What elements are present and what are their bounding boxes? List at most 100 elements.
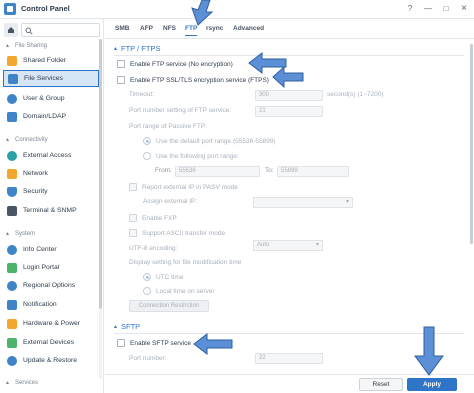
sidebar-item-update-restore[interactable]: Update & Restore: [3, 352, 99, 369]
to-label: To:: [265, 167, 274, 174]
minimize-icon[interactable]: —: [422, 3, 434, 15]
from-label: From:: [155, 167, 172, 174]
utf8-select[interactable]: Auto: [253, 240, 323, 251]
hardware-icon: [7, 318, 17, 329]
utc-time-radio[interactable]: [143, 273, 151, 281]
sidebar-item-hardware-power[interactable]: Hardware & Power: [3, 315, 99, 332]
tab-smb[interactable]: SMB: [115, 25, 129, 32]
utf8-label: UTF-8 encoding:: [129, 245, 178, 252]
sidebar-item-regional-options[interactable]: Regional Options: [3, 277, 99, 294]
sidebar-item-shared-folder[interactable]: Shared Folder: [3, 52, 99, 69]
sftp-section-header[interactable]: ▴ SFTP: [114, 322, 140, 331]
tab-nfs[interactable]: NFS: [163, 25, 176, 32]
chevron-up-icon: ▴: [6, 231, 10, 237]
passive-custom-radio-row[interactable]: Use the following port range:: [143, 152, 239, 160]
user-group-icon: [7, 93, 17, 104]
info-icon: [7, 244, 17, 255]
from-port-input[interactable]: 55536: [175, 166, 260, 177]
divider: [114, 333, 464, 334]
chevron-up-icon: ▴: [6, 43, 10, 49]
sidebar-scrollbar[interactable]: [99, 39, 102, 379]
timeout-input[interactable]: 300: [255, 90, 323, 101]
local-time-row[interactable]: Local time on server: [143, 287, 215, 295]
ftp-port-input[interactable]: 21: [255, 106, 323, 117]
enable-sftp-row[interactable]: Enable SFTP service: [117, 339, 191, 347]
enable-ftps-row[interactable]: Enable FTP SSL/TLS encryption service (F…: [117, 76, 269, 84]
arrow-left-icon: [272, 66, 304, 88]
connection-restriction-button[interactable]: Connection Restriction: [129, 300, 209, 312]
reset-button[interactable]: Reset: [359, 378, 403, 391]
sidebar-item-external-devices[interactable]: External Devices: [3, 334, 99, 351]
time-display-label: Display setting for file modification ti…: [129, 259, 242, 266]
window-title: Control Panel: [21, 4, 70, 13]
tab-afp[interactable]: AFP: [140, 25, 153, 32]
folder-icon: [7, 55, 17, 66]
sidebar-item-external-access[interactable]: External Access: [3, 147, 99, 164]
passive-range-label: Port range of Passive FTP:: [129, 123, 208, 130]
utc-time-row[interactable]: UTC time: [143, 273, 183, 281]
passive-default-radio-row[interactable]: Use the default port range (55536-55899): [143, 137, 276, 145]
tab-ftp[interactable]: FTP: [185, 25, 198, 36]
sidebar-section-services[interactable]: ▴ Services: [6, 379, 38, 387]
passive-default-radio[interactable]: [143, 137, 151, 145]
update-icon: [7, 355, 17, 366]
sidebar-item-notification[interactable]: Notification: [3, 296, 99, 313]
sidebar-section-file-sharing[interactable]: ▴ File Sharing: [6, 42, 47, 50]
chevron-up-icon: ▴: [6, 380, 10, 386]
domain-icon: [7, 111, 17, 122]
enable-fxp-row[interactable]: Enable FXP: [129, 214, 177, 222]
enable-sftp-checkbox[interactable]: [117, 339, 125, 347]
shield-icon: [7, 186, 17, 197]
timeout-unit: second(s) (1~7200): [327, 91, 384, 98]
close-icon[interactable]: ×: [458, 3, 470, 15]
ftp-settings-panel: ▴ FTP / FTPS Enable FTP service (No encry…: [105, 40, 474, 374]
arrow-down-icon: [191, 0, 214, 26]
enable-fxp-checkbox[interactable]: [129, 214, 137, 222]
sidebar-item-user-group[interactable]: User & Group: [3, 90, 99, 107]
chevron-up-icon: ▴: [6, 137, 10, 143]
assign-ip-select[interactable]: [253, 197, 353, 208]
notification-icon: [7, 299, 17, 310]
ftp-port-label: Port number setting of FTP service:: [129, 107, 232, 114]
home-button[interactable]: [4, 23, 18, 37]
help-icon[interactable]: ?: [404, 3, 416, 15]
sidebar-section-connectivity[interactable]: ▴ Connectivity: [6, 136, 48, 144]
tab-rsync[interactable]: rsync: [206, 25, 223, 32]
sidebar-item-network[interactable]: Network: [3, 165, 99, 182]
sidebar-section-system[interactable]: ▴ System: [6, 230, 35, 238]
login-portal-icon: [7, 262, 17, 273]
maximize-icon[interactable]: □: [440, 3, 452, 15]
sidebar-item-login-portal[interactable]: Login Portal: [3, 259, 99, 276]
enable-ftp-checkbox[interactable]: [117, 60, 125, 68]
sidebar-item-file-services[interactable]: File Services: [3, 70, 99, 87]
sidebar-item-domain-ldap[interactable]: Domain/LDAP: [3, 108, 99, 125]
timeout-label: Timeout:: [129, 91, 155, 98]
passive-custom-radio[interactable]: [143, 152, 151, 160]
sidebar-item-info-center[interactable]: Info Center: [3, 241, 99, 258]
network-icon: [7, 168, 17, 179]
sidebar: ▴ File Sharing Shared Folder File Service…: [0, 19, 104, 393]
external-access-icon: [7, 150, 17, 161]
ftp-section-header[interactable]: ▴ FTP / FTPS: [114, 44, 160, 53]
report-ip-checkbox[interactable]: [129, 183, 137, 191]
ascii-mode-row[interactable]: Support ASCII transfer mode: [129, 229, 225, 237]
tab-advanced[interactable]: Advanced: [233, 25, 264, 32]
footer: Reset Apply: [105, 374, 474, 393]
to-port-input[interactable]: 55899: [277, 166, 349, 177]
enable-ftps-checkbox[interactable]: [117, 76, 125, 84]
arrow-down-icon: [414, 326, 444, 376]
local-time-radio[interactable]: [143, 287, 151, 295]
sidebar-item-security[interactable]: Security: [3, 183, 99, 200]
divider: [114, 55, 464, 56]
main-scrollbar[interactable]: [470, 40, 473, 374]
file-services-icon: [8, 73, 18, 84]
sftp-port-input[interactable]: 22: [255, 353, 323, 364]
report-ip-row[interactable]: Report external IP in PASV mode: [129, 183, 238, 191]
title-bar: Control Panel ? — □ ×: [0, 0, 474, 19]
enable-ftp-row[interactable]: Enable FTP service (No encryption): [117, 60, 233, 68]
sftp-port-label: Port number:: [129, 355, 167, 362]
sidebar-item-terminal-snmp[interactable]: Terminal & SNMP: [3, 202, 99, 219]
apply-button[interactable]: Apply: [407, 378, 457, 391]
ascii-mode-checkbox[interactable]: [129, 229, 137, 237]
search-button[interactable]: [21, 23, 100, 37]
